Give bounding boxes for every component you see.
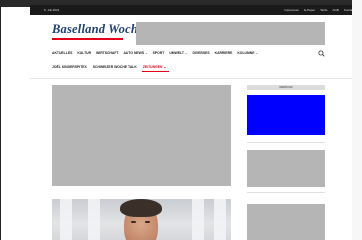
portrait-hair [120,199,162,217]
nav-item-woche-talk[interactable]: SCHWEIZER WOCHE TALK [93,65,137,69]
nav-label: AUTO NEWS [123,51,145,55]
primary-nav: AKTUELLES KULTUR WIRTSCHAFT AUTO NEWS ⌄ S… [52,51,258,55]
nav-item-auto-news[interactable]: AUTO NEWS ⌄ [123,51,147,55]
site-logo[interactable]: Baselland Woche [52,22,144,37]
top-link-impressum[interactable]: Impressum [284,8,299,12]
top-bar-date: 5. Juli 2021 [44,8,60,12]
top-link-agb[interactable]: AGB [332,8,338,12]
sidebar-ad-placeholder[interactable] [247,150,325,187]
nav-label: WIRTSCHAFT [96,51,119,55]
chevron-down-icon: ⌄ [163,65,167,69]
photo-background-window [88,199,100,240]
nav-item-umwelt[interactable]: UMWELT ⌄ [169,51,187,55]
nav-item-wirtschaft[interactable]: WIRTSCHAFT [96,51,118,55]
sidebar-ad-placeholder[interactable] [247,204,325,240]
featured-image-placeholder[interactable] [52,85,231,186]
header-banner-ad[interactable] [136,22,325,45]
sidebar-divider [247,192,325,193]
search-icon[interactable] [318,50,325,57]
top-bar-links: Impressum E-Paper Tarife AGB Kontakt [284,8,354,12]
window-edge [0,0,1,240]
page-right-margin [352,0,362,240]
ad-label: WERBUNG [247,85,325,90]
active-nav-indicator [142,71,169,72]
nav-label: DIVERSES [192,51,210,55]
top-link-epaper[interactable]: E-Paper [304,8,315,12]
nav-item-aktuelles[interactable]: AKTUELLES [52,51,72,55]
photo-background-window [60,199,72,240]
nav-item-diverses[interactable]: DIVERSES [192,51,209,55]
photo-background-window [192,199,204,240]
nav-item-sport[interactable]: SPORT [153,51,165,55]
nav-item-kolumne[interactable]: KOLUMNE ⌄ [237,51,258,55]
nav-label: ZEITUNGEN [142,65,163,69]
nav-label: AKTUELLES [52,51,73,55]
article-photo[interactable] [52,199,231,240]
photo-background-window [214,199,226,240]
nav-item-karriere[interactable]: KARRIERE [215,51,233,55]
header-divider [30,78,362,79]
nav-label: SPORT [152,51,165,55]
top-link-tarife[interactable]: Tarife [320,8,327,12]
secondary-nav: JOËL KINDERSPITEX SCHWEIZER WOCHE TALK Z… [52,65,166,69]
nav-label: KULTUR [77,51,92,55]
chevron-down-icon: ⌄ [255,51,259,55]
portrait-eye [145,221,150,223]
nav-item-kultur[interactable]: KULTUR [77,51,91,55]
nav-item-zeitungen[interactable]: ZEITUNGEN ⌄ [143,65,166,69]
nav-label: UMWELT [169,51,184,55]
top-bar: 5. Juli 2021 Impressum E-Paper Tarife AG… [30,5,362,15]
chevron-down-icon: ⌄ [184,51,188,55]
sidebar-ad-blue[interactable] [247,95,325,135]
chevron-down-icon: ⌄ [145,51,148,55]
nav-item-kinderspitex[interactable]: JOËL KINDERSPITEX [52,65,87,69]
portrait-eye [131,221,136,223]
sidebar-divider [247,142,325,143]
nav-label: KARRIERE [214,51,233,55]
logo-underline [52,38,123,40]
nav-label: KOLUMNE [237,51,255,55]
